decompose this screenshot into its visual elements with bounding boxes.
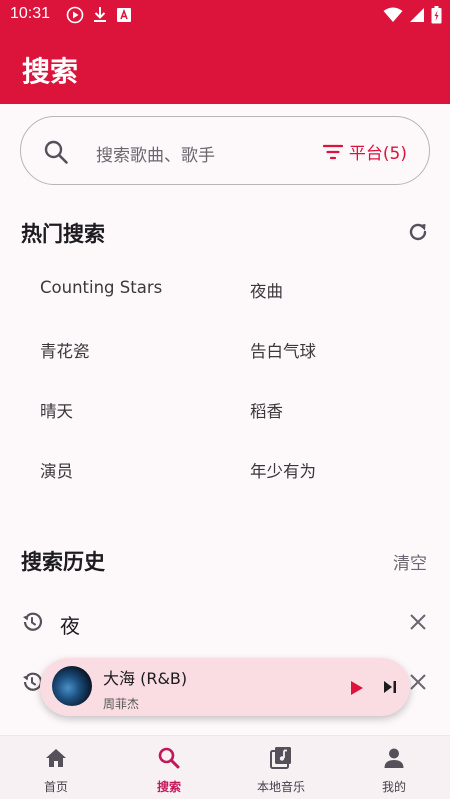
search-placeholder: 搜索歌曲、歌手	[96, 146, 215, 166]
nav-label: 本地音乐	[256, 780, 305, 794]
app-notification-icon	[117, 8, 131, 22]
hot-search-title: 热门搜索	[21, 222, 105, 246]
nav-item-profile[interactable]: 我的	[338, 736, 450, 799]
filter-icon	[322, 144, 343, 159]
platform-filter-label: 平台(5)	[348, 144, 407, 164]
clear-history-button[interactable]: 清空	[393, 549, 427, 574]
hot-search-item[interactable]: 夜曲	[250, 278, 283, 302]
nav-item-home[interactable]: 首页	[0, 736, 112, 799]
page-title: 搜索	[22, 55, 79, 88]
signal-icon	[410, 8, 424, 22]
history-icon	[23, 612, 43, 631]
search-input[interactable]: 搜索歌曲、歌手 平台(5)	[20, 116, 430, 185]
now-playing-artist: 周菲杰	[103, 697, 140, 711]
search-history-title: 搜索历史	[21, 550, 105, 574]
platform-filter-button[interactable]: 平台(5)	[322, 139, 407, 164]
nav-label: 搜索	[156, 780, 181, 794]
wifi-icon	[383, 7, 403, 22]
hot-search-item[interactable]: 青花瓷	[40, 338, 90, 362]
hot-search-item[interactable]: Counting Stars	[40, 278, 162, 297]
status-time: 10:31	[10, 5, 51, 22]
history-item-text: 夜	[60, 614, 80, 638]
bottom-navigation: 首页 搜索 本地音乐 我的	[0, 735, 450, 799]
skip-next-icon[interactable]	[383, 680, 397, 694]
hot-search-item[interactable]: 晴天	[40, 398, 73, 422]
hot-search-item[interactable]: 年少有为	[250, 458, 316, 482]
home-icon	[46, 749, 66, 767]
play-icon[interactable]	[350, 680, 364, 696]
app-bar: 搜索	[0, 30, 450, 104]
hot-search-item[interactable]: 演员	[40, 458, 73, 482]
search-icon	[44, 140, 68, 164]
hot-search-item[interactable]: 告白气球	[250, 338, 316, 362]
refresh-icon[interactable]	[406, 220, 430, 244]
status-bar: 10:31	[0, 0, 450, 30]
close-icon[interactable]	[408, 612, 428, 632]
nav-label: 我的	[381, 780, 406, 794]
nav-label: 首页	[43, 780, 68, 794]
now-playing-title: 大海 (R&B)	[103, 669, 188, 688]
battery-icon	[431, 6, 442, 24]
music-library-icon	[270, 747, 291, 769]
nav-item-local-music[interactable]: 本地音乐	[225, 736, 337, 799]
download-status-icon	[94, 7, 106, 22]
search-icon	[158, 747, 180, 769]
mini-player[interactable]: 大海 (R&B) 周菲杰	[40, 658, 410, 716]
close-icon[interactable]	[408, 672, 428, 692]
nav-item-search[interactable]: 搜索	[113, 736, 225, 799]
album-cover	[52, 666, 92, 706]
person-icon	[384, 748, 404, 768]
media-play-status-icon	[66, 6, 84, 24]
hot-search-item[interactable]: 稻香	[250, 398, 283, 422]
